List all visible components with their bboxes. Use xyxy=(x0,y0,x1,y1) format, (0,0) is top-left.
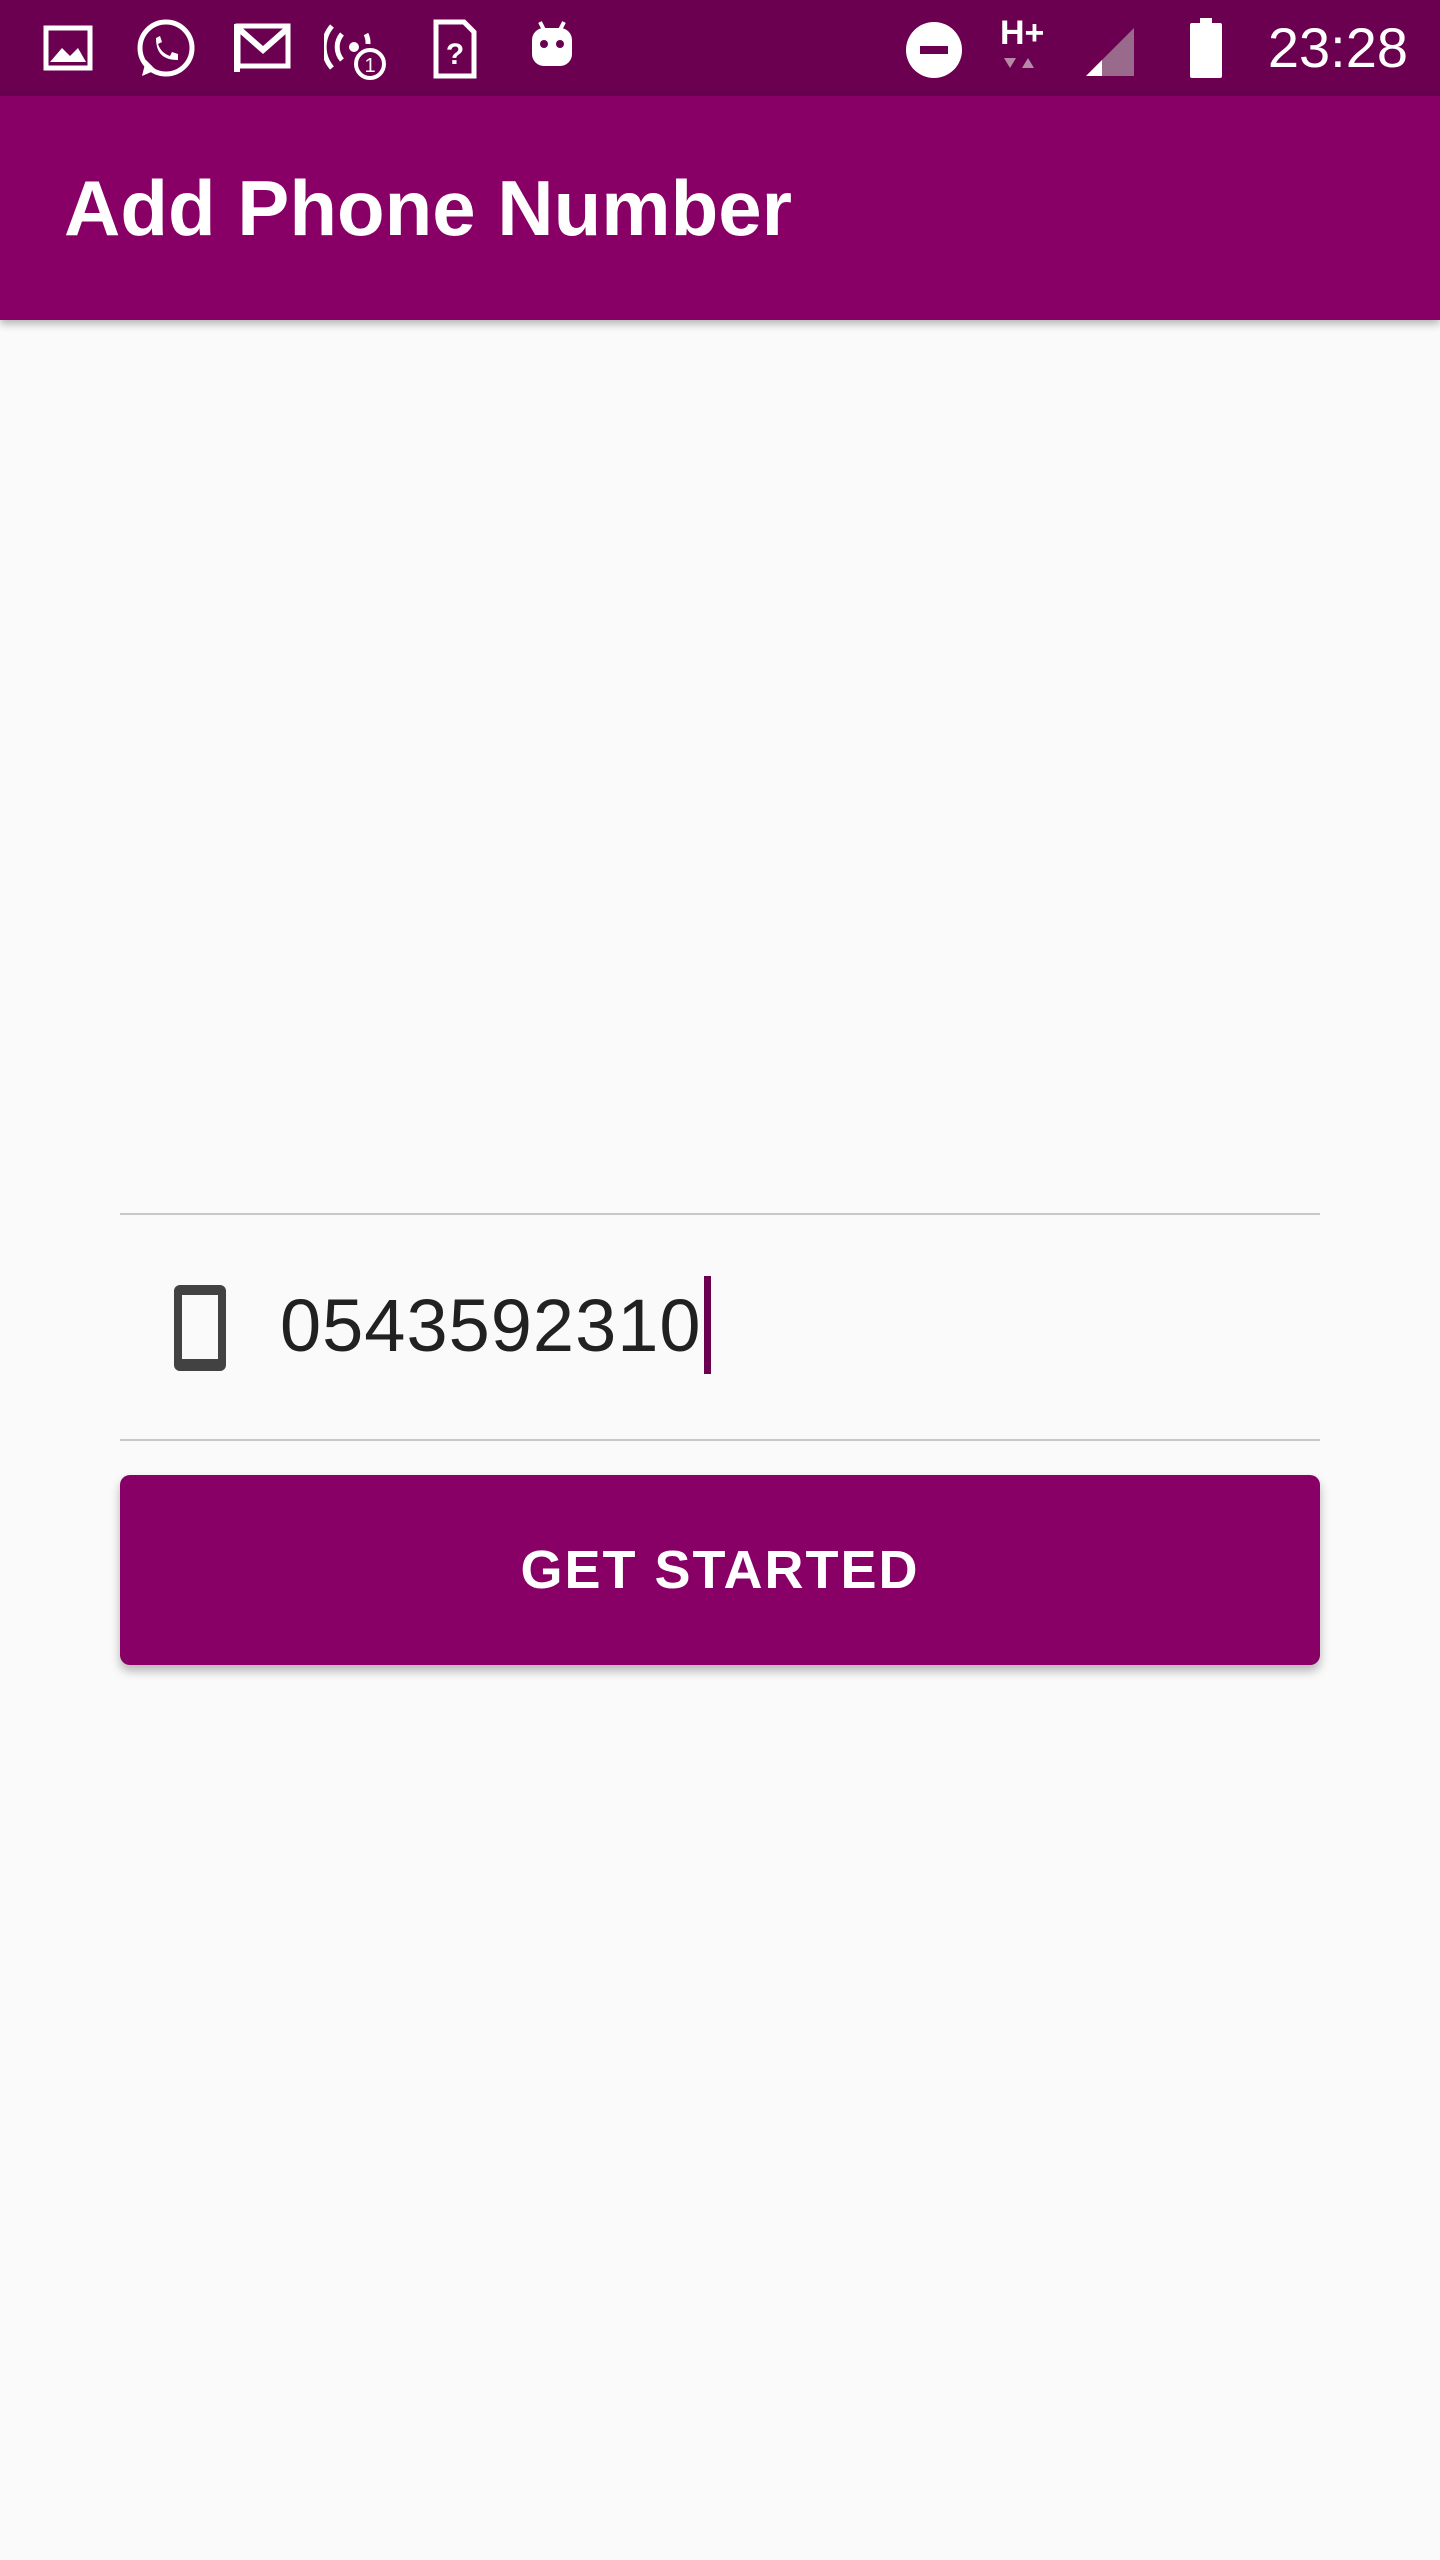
svg-text:H+: H+ xyxy=(1000,14,1044,52)
status-time: 23:28 xyxy=(1267,16,1408,79)
svg-text:?: ? xyxy=(446,38,464,71)
gmail-icon xyxy=(228,14,296,82)
do-not-disturb-icon xyxy=(900,14,968,82)
signal-icon xyxy=(1076,14,1144,82)
phone-input-wrap[interactable]: 0543592310 xyxy=(280,1275,711,1375)
app-bar: Add Phone Number xyxy=(0,96,1440,320)
svg-text:1: 1 xyxy=(364,55,375,77)
status-bar: 1 ? H+ 23:28 xyxy=(0,0,1440,96)
android-icon xyxy=(518,14,586,82)
whatsapp-icon xyxy=(132,14,200,82)
image-icon xyxy=(34,14,102,82)
hotspot-icon: 1 xyxy=(324,14,392,82)
sim-unknown-icon: ? xyxy=(420,14,488,82)
battery-icon xyxy=(1172,14,1240,82)
phone-number-input[interactable]: 0543592310 xyxy=(280,1283,702,1368)
smartphone-icon xyxy=(170,1283,230,1373)
network-hplus-icon: H+ xyxy=(996,14,1064,82)
content-area: 0543592310 GET STARTED xyxy=(0,320,1440,2560)
phone-number-field[interactable]: 0543592310 xyxy=(120,1213,1320,1441)
get-started-button[interactable]: GET STARTED xyxy=(120,1475,1320,1665)
text-cursor xyxy=(703,1276,711,1374)
page-title: Add Phone Number xyxy=(64,164,793,252)
